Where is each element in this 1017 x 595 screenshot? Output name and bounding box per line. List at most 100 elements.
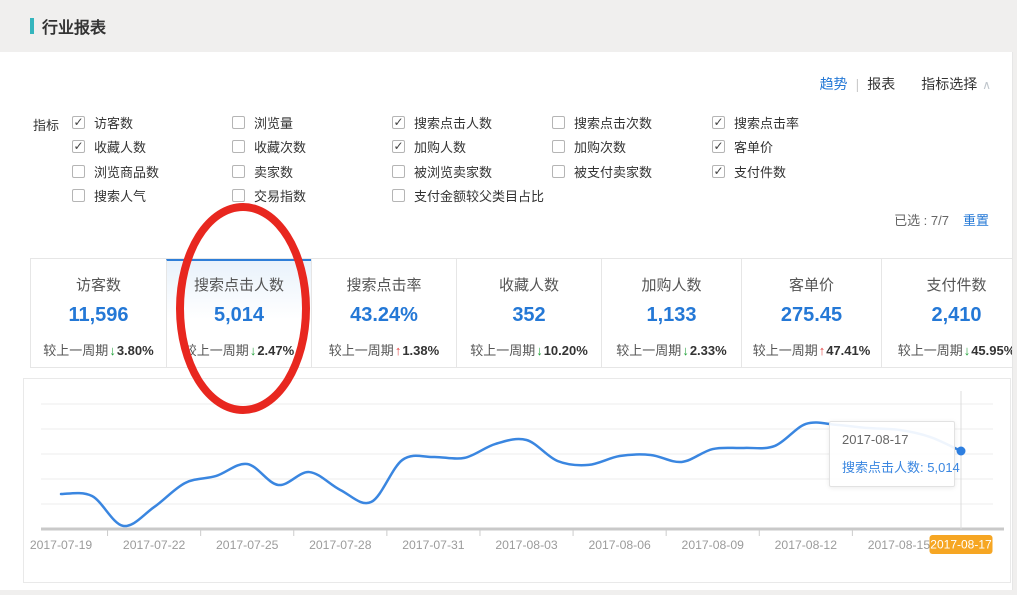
metric-checkbox-row[interactable]: ✓加购人数 [392,135,544,160]
checkbox-unchecked-icon[interactable] [552,165,565,178]
metric-checkbox-row[interactable]: 支付金额较父类目占比 [392,184,544,209]
metric-card[interactable]: 访客数11,596较上一周期↓3.80% [31,259,166,367]
checkbox-unchecked-icon[interactable] [72,165,85,178]
metric-checkbox-row[interactable]: ✓收藏人数 [72,135,159,160]
arrow-up-icon: ↑ [819,343,826,358]
metric-checkbox-row[interactable]: ✓ 客单价 [712,135,799,160]
compare-percent: 3.80% [117,343,154,358]
checkbox-checked-icon[interactable]: ✓ [72,140,85,153]
metric-checkbox-label: 浏览量 [254,113,293,132]
compare-period-label: 较上一周期 [898,343,963,358]
compare-percent: 10.20% [544,343,588,358]
reset-link[interactable]: 重置 [963,213,989,228]
compare-period-label: 较上一周期 [470,343,535,358]
data-point-dot[interactable] [957,447,966,456]
checkbox-unchecked-icon[interactable] [552,116,565,129]
metric-card-compare: 较上一周期↓10.20% [457,340,601,359]
metric-checkbox-row[interactable]: ✓ 搜索点击人数 [392,110,544,135]
checkbox-unchecked-icon[interactable] [232,116,245,129]
metric-checkbox-label: 被浏览卖家数 [414,162,492,181]
metric-checkbox-row[interactable]: 交易指数 [232,184,306,209]
title-accent-bar [30,18,34,34]
filters-label: 指标 [33,115,59,134]
metric-checkbox-row[interactable]: 搜索人气 [72,184,159,209]
report-panel: 趋势 | 报表 指标选择∧ 指标 ✓访客数✓收藏人数浏览商品数搜索人气浏览量收藏… [0,52,1013,590]
metric-checkbox-row[interactable]: 被支付卖家数 [552,159,652,184]
x-axis-label: 2017-07-19 [30,538,93,552]
metric-card[interactable]: 搜索点击率43.24%较上一周期↑1.38% [311,259,456,367]
metric-checkbox-row[interactable]: ✓搜索点击率 [712,110,799,135]
selection-summary: 已选 : 7/7重置 [894,210,989,229]
compare-percent: 2.47% [257,343,294,358]
metric-checkbox-row[interactable]: 浏览量 [232,110,306,135]
metric-checkbox-row[interactable]: 加购次数 [552,135,652,160]
metric-checkbox-label: 卖家数 [254,162,293,181]
metric-checkbox-label: 收藏次数 [254,137,306,156]
filter-column: 搜索点击次数加购次数被支付卖家数 [552,110,652,184]
metric-select-toggle[interactable]: 指标选择 ∧ [921,74,991,94]
metric-card[interactable]: 客单价275.45较上一周期↑47.41% [741,259,881,367]
checkbox-checked-icon[interactable]: ✓ [72,116,85,129]
x-axis-label: 2017-07-25 [216,538,279,552]
series-line [61,423,961,527]
checkbox-unchecked-icon[interactable] [552,140,565,153]
metric-checkbox-row[interactable]: 收藏次数 [232,135,306,160]
checkbox-checked-icon[interactable]: ✓ [392,116,405,129]
x-axis-label: 2017-07-28 [309,538,372,552]
metric-card[interactable]: 支付件数 2,410 较上一周期↓45.95% [881,259,1013,367]
metric-checkbox-row[interactable]: 被浏览卖家数 [392,159,544,184]
metric-checkbox-label: 访客数 [94,113,133,132]
x-axis-label: 2017-08-03 [495,538,558,552]
arrow-down-icon: ↓ [964,343,971,358]
filter-column: ✓ 访客数 ✓收藏人数浏览商品数搜索人气 [72,110,159,208]
metric-card-compare: 较上一周期↑47.41% [742,340,881,359]
metric-card-value: 2,410 [882,304,1013,327]
checkbox-unchecked-icon[interactable] [392,165,405,178]
metric-card-title: 访客数 [31,274,166,295]
compare-percent: 47.41% [826,343,870,358]
metric-card[interactable]: 收藏人数 352 较上一周期↓10.20% [456,259,601,367]
x-axis-label: 2017-07-31 [402,538,465,552]
checkbox-unchecked-icon[interactable] [72,189,85,202]
metric-card-compare: 较上一周期↓2.47% [167,340,311,359]
filter-column: ✓ 搜索点击人数 ✓加购人数被浏览卖家数支付金额较父类目占比 [392,110,544,208]
metric-card-value: 1,133 [602,304,741,327]
metric-card[interactable]: 加购人数1,133较上一周期↓2.33% [601,259,741,367]
tab-report[interactable]: 报表 [867,74,895,94]
x-axis-label: 2017-08-09 [682,538,745,552]
metric-checkbox-label: 搜索人气 [94,186,146,205]
metric-checkbox-row[interactable]: 浏览商品数 [72,159,159,184]
checkbox-unchecked-icon[interactable] [392,189,405,202]
metric-checkbox-row[interactable]: ✓ 访客数 [72,110,159,135]
metric-card-title: 支付件数 [882,274,1013,295]
arrow-down-icon: ↓ [682,343,689,358]
chevron-up-icon: ∧ [982,78,991,92]
metric-card-value: 275.45 [742,304,881,327]
checkbox-unchecked-icon[interactable] [232,165,245,178]
checkbox-checked-icon[interactable]: ✓ [392,140,405,153]
checkbox-checked-icon[interactable]: ✓ [712,165,725,178]
metric-card-selected[interactable]: 搜索点击人数5,014较上一周期↓2.47% [166,259,311,367]
compare-period-label: 较上一周期 [753,343,818,358]
metric-card-title: 搜索点击率 [312,274,456,295]
tab-trend[interactable]: 趋势 [820,74,848,94]
x-axis-label: 2017-08-06 [588,538,651,552]
checkbox-unchecked-icon[interactable] [232,140,245,153]
checkbox-checked-icon[interactable]: ✓ [712,116,725,129]
trend-chart: 2017-07-19 2017-07-22 2017-07-25 2017-07-28… [23,378,1011,583]
compare-percent: 45.95% [971,343,1013,358]
x-axis-label: 2017-07-22 [123,538,186,552]
metric-select-label: 指标选择 [921,76,977,92]
page-title: 行业报表 [42,14,106,38]
metric-checkbox-row[interactable]: ✓支付件数 [712,159,799,184]
metric-card-title: 收藏人数 [457,274,601,295]
metric-card-value: 352 [457,304,601,327]
metric-checkbox-label: 搜索点击人数 [414,113,492,132]
checkbox-checked-icon[interactable]: ✓ [712,140,725,153]
metric-checkbox-row[interactable]: 搜索点击次数 [552,110,652,135]
checkbox-unchecked-icon[interactable] [232,189,245,202]
metric-checkbox-label: 被支付卖家数 [574,162,652,181]
toolbar-divider: | [856,76,860,92]
metric-checkbox-label: 客单价 [734,137,773,156]
metric-checkbox-row[interactable]: 卖家数 [232,159,306,184]
